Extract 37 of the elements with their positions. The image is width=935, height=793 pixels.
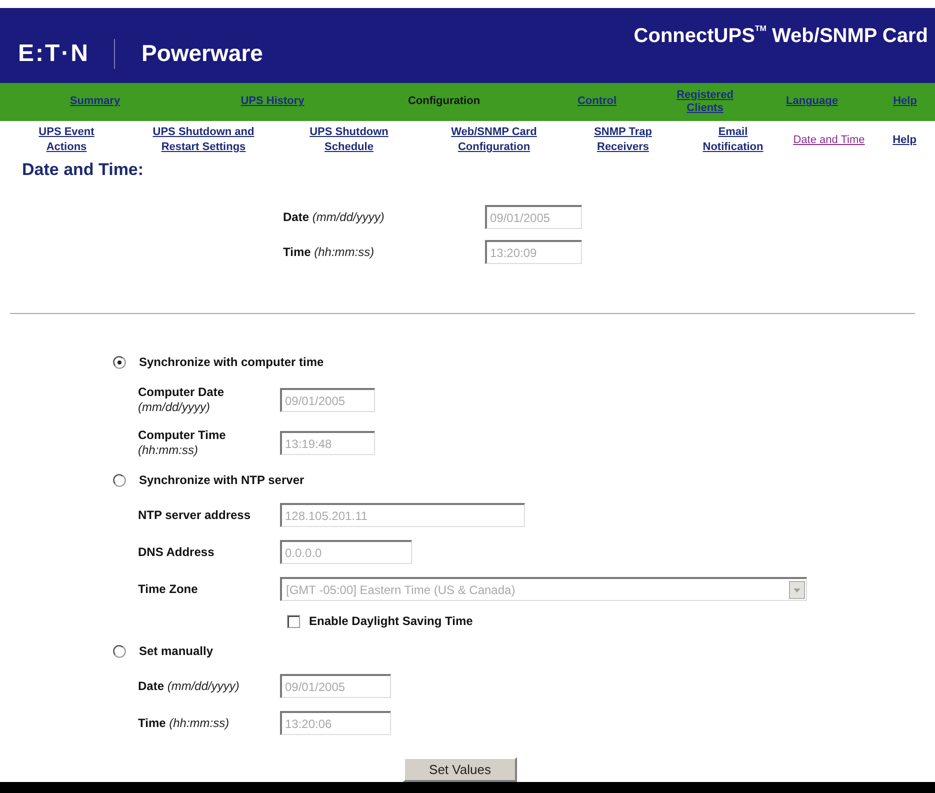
checkbox-label: Enable Daylight Saving Time	[309, 614, 473, 630]
radio-label: Set manually	[139, 643, 214, 660]
nav-tab[interactable]: UPS History	[240, 95, 304, 109]
nav-tab[interactable]: Language	[786, 95, 838, 109]
subnav-link[interactable]: UPS Event Actions	[30, 125, 102, 155]
subnav-link[interactable]: Web/SNMP Card Configuration	[439, 125, 549, 155]
page-title: Date and Time:	[22, 159, 144, 181]
field-label: Date (mm/dd/yyyy)	[138, 678, 240, 694]
radio-label: Synchronize with computer time	[139, 354, 324, 372]
nav-tab[interactable]: Registered Clients	[661, 88, 749, 116]
nav-tab[interactable]: Summary	[70, 95, 120, 109]
field-label: Time (hh:mm:ss)	[283, 244, 374, 260]
radio-button[interactable]	[113, 356, 126, 369]
field-label: Time (hh:mm:ss)	[138, 716, 230, 731]
field-label: NTP server address	[138, 508, 251, 523]
subnav-link[interactable]: UPS Shutdown Schedule	[299, 125, 399, 155]
set-values-button[interactable]: Set Values	[403, 757, 517, 782]
field-label: DNS Address	[138, 544, 214, 560]
logo: E:T·N	[18, 42, 90, 66]
field-label: Computer Time (hh:mm:ss)	[138, 428, 227, 458]
radio-button[interactable]	[113, 644, 126, 658]
product-title: ConnectUPS$^{TM}$ Web/SNMP Card	[634, 22, 929, 49]
field-label: Date (mm/dd/yyyy)	[283, 210, 384, 225]
radio-button[interactable]	[113, 474, 126, 487]
field-label: Computer Date (mm/dd/yyyy)	[138, 385, 226, 416]
nav-tab[interactable]: Control	[577, 95, 617, 109]
subnav-link[interactable]: UPS Shutdown and Restart Settings	[142, 125, 264, 155]
subnav-link[interactable]: Help	[892, 132, 916, 148]
subnav-link[interactable]: SNMP Trap Receivers	[583, 125, 663, 155]
subnav-link[interactable]: Date and Time	[793, 132, 865, 148]
radio-label: Synchronize with NTP server	[139, 472, 304, 490]
nav-tab[interactable]: Configuration	[408, 95, 480, 109]
checkbox[interactable]	[287, 615, 300, 628]
field-label: Time Zone	[138, 582, 198, 597]
brand-name: Powerware	[141, 42, 263, 65]
subnav-link[interactable]: Email Notification	[693, 125, 773, 155]
nav-tab[interactable]: Help	[893, 95, 917, 109]
